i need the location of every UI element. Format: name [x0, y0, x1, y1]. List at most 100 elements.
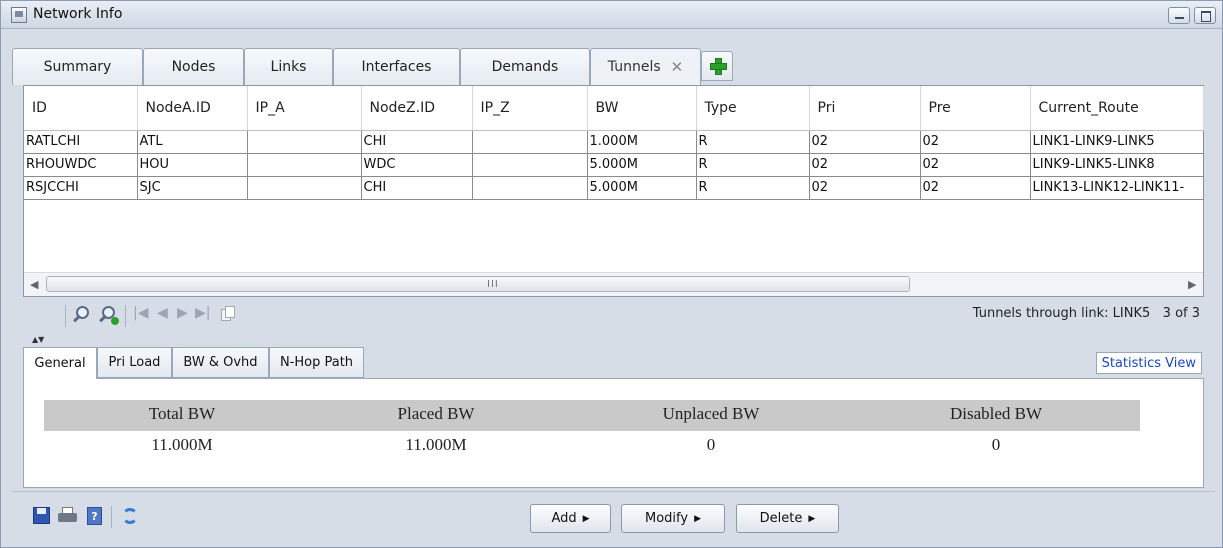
top-tab-strip: Summary Nodes Links Interfaces Demands T… — [12, 48, 1215, 85]
table-cell[interactable]: HOU — [137, 153, 248, 177]
table-cell[interactable]: 5.000M — [587, 153, 697, 177]
table-cell[interactable]: LINK1-LINK9-LINK5 — [1030, 130, 1204, 154]
toolbar-separator — [65, 305, 66, 327]
add-tab-button[interactable] — [701, 51, 733, 81]
table-cell[interactable]: LINK9-LINK5-LINK8 — [1030, 153, 1204, 177]
help-icon[interactable]: ? — [84, 506, 104, 526]
add-button[interactable]: Add ▶ — [530, 504, 611, 533]
splitter-handle[interactable]: ▲▼ — [32, 335, 44, 344]
refresh-arrows — [122, 508, 138, 524]
previous-record-icon[interactable]: ◀ — [157, 305, 168, 321]
stat-header-disabled-bw: Disabled BW — [949, 404, 1043, 423]
table-cell[interactable]: LINK13-LINK12-LINK11- — [1030, 176, 1204, 200]
table-cell[interactable]: 02 — [920, 130, 1031, 154]
first-record-icon[interactable]: |◀ — [133, 305, 148, 321]
tab-pri-load[interactable]: Pri Load — [97, 347, 172, 378]
table-cell[interactable]: 02 — [809, 153, 921, 177]
table-cell[interactable] — [247, 130, 362, 154]
column-header[interactable]: Pre — [920, 86, 1031, 131]
title-bar[interactable]: Network Info — [1, 1, 1222, 29]
table-cell[interactable]: R — [696, 176, 810, 200]
stat-value-unplaced-bw: 0 — [706, 435, 716, 454]
statistics-view-link[interactable]: Statistics View — [1095, 352, 1202, 374]
table-cell[interactable]: 02 — [809, 130, 921, 154]
next-record-icon[interactable]: ▶ — [177, 305, 188, 321]
horizontal-scrollbar[interactable]: ◀ III ▶ — [24, 272, 1203, 296]
stat-value-placed-bw: 11.000M — [405, 435, 467, 454]
tab-summary[interactable]: Summary — [12, 48, 143, 85]
table-header-row: ID NodeA.ID IP_A NodeZ.ID IP_Z BW Type P… — [24, 86, 1204, 131]
save-icon[interactable] — [32, 506, 52, 526]
tab-label: Tunnels — [607, 59, 661, 75]
table-cell[interactable]: ATL — [137, 130, 248, 154]
last-record-icon[interactable]: ▶| — [195, 305, 210, 321]
table-cell[interactable] — [472, 153, 588, 177]
tab-label: Nodes — [171, 59, 216, 75]
tab-general[interactable]: General — [23, 347, 97, 379]
column-header[interactable]: NodeA.ID — [137, 86, 248, 131]
minimize-button[interactable] — [1168, 7, 1190, 24]
find-next-icon[interactable] — [99, 305, 119, 325]
column-header[interactable]: ID — [24, 86, 138, 131]
table-cell[interactable]: 1.000M — [587, 130, 697, 154]
caret-right-icon: ▶ — [694, 513, 701, 524]
column-header[interactable]: Pri — [809, 86, 921, 131]
table-cell[interactable]: RATLCHI — [24, 130, 138, 154]
close-tab-icon[interactable]: ✕ — [671, 58, 684, 76]
caret-right-icon: ▶ — [808, 513, 816, 524]
table-cell[interactable]: 02 — [920, 176, 1031, 200]
column-header[interactable]: IP_A — [247, 86, 362, 131]
scroll-left-icon[interactable]: ◀ — [30, 278, 38, 291]
table-cell[interactable]: 02 — [809, 176, 921, 200]
tab-interfaces[interactable]: Interfaces — [333, 48, 460, 85]
tab-links[interactable]: Links — [244, 48, 333, 85]
tab-n-hop-path[interactable]: N-Hop Path — [269, 347, 364, 378]
scroll-right-icon[interactable]: ▶ — [1188, 278, 1196, 291]
table-cell[interactable] — [472, 130, 588, 154]
table-cell[interactable]: 5.000M — [587, 176, 697, 200]
modify-button[interactable]: Modify ▶ — [621, 504, 725, 533]
general-stats-body: Total BW Placed BW Unplaced BW Disabled … — [23, 378, 1204, 488]
tab-nodes[interactable]: Nodes — [143, 48, 244, 85]
disk-label — [37, 508, 46, 514]
table-cell[interactable]: R — [696, 130, 810, 154]
column-header[interactable]: IP_Z — [472, 86, 588, 131]
table-row[interactable]: RATLCHI ATL CHI 1.000M R 02 02 LINK1-LIN… — [24, 130, 1204, 154]
table-cell[interactable]: CHI — [361, 176, 473, 200]
table-row[interactable]: RHOUWDC HOU WDC 5.000M R 02 02 LINK9-LIN… — [24, 153, 1204, 177]
column-header[interactable]: Type — [696, 86, 810, 131]
print-icon[interactable] — [57, 506, 77, 526]
table-cell[interactable]: 02 — [920, 153, 1031, 177]
refresh-icon[interactable] — [120, 506, 140, 526]
tab-bw-ovhd[interactable]: BW & Ovhd — [172, 347, 269, 378]
table-row[interactable]: RSJCCHI SJC CHI 5.000M R 02 02 LINK13-LI… — [24, 176, 1204, 200]
table-cell[interactable]: RHOUWDC — [24, 153, 138, 177]
delete-button[interactable]: Delete ▶ — [736, 504, 839, 533]
table-cell[interactable] — [247, 176, 362, 200]
tab-demands[interactable]: Demands — [460, 48, 590, 85]
status-text: Tunnels through link: LINK5 3 of 3 — [972, 306, 1200, 321]
navigation-toolbar: |◀ ◀ ▶ ▶| Tunnels through link: LINK5 3 … — [23, 299, 1204, 331]
scrollbar-grip: III — [487, 279, 499, 290]
table-cell[interactable] — [472, 176, 588, 200]
tab-label: N-Hop Path — [279, 355, 354, 370]
copy-icon[interactable] — [219, 305, 239, 325]
column-header[interactable]: Current_Route — [1030, 86, 1204, 131]
table-cell[interactable]: R — [696, 153, 810, 177]
column-header[interactable]: BW — [587, 86, 697, 131]
stat-value-disabled-bw: 0 — [991, 435, 1001, 454]
find-icon[interactable] — [73, 305, 93, 325]
tab-label: Interfaces — [361, 59, 432, 75]
maximize-button[interactable] — [1194, 7, 1216, 24]
column-header[interactable]: NodeZ.ID — [361, 86, 473, 131]
table-cell[interactable]: RSJCCHI — [24, 176, 138, 200]
table-cell[interactable]: WDC — [361, 153, 473, 177]
scrollbar-thumb[interactable]: III — [46, 276, 910, 292]
table-cell[interactable]: SJC — [137, 176, 248, 200]
tunnels-table: ID NodeA.ID IP_A NodeZ.ID IP_Z BW Type P… — [24, 86, 1204, 200]
tab-tunnels[interactable]: Tunnels ✕ — [590, 48, 701, 85]
details-panel: General Pri Load BW & Ovhd N-Hop Path St… — [23, 347, 1204, 488]
table-cell[interactable]: CHI — [361, 130, 473, 154]
tab-label: BW & Ovhd — [183, 355, 258, 370]
table-cell[interactable] — [247, 153, 362, 177]
